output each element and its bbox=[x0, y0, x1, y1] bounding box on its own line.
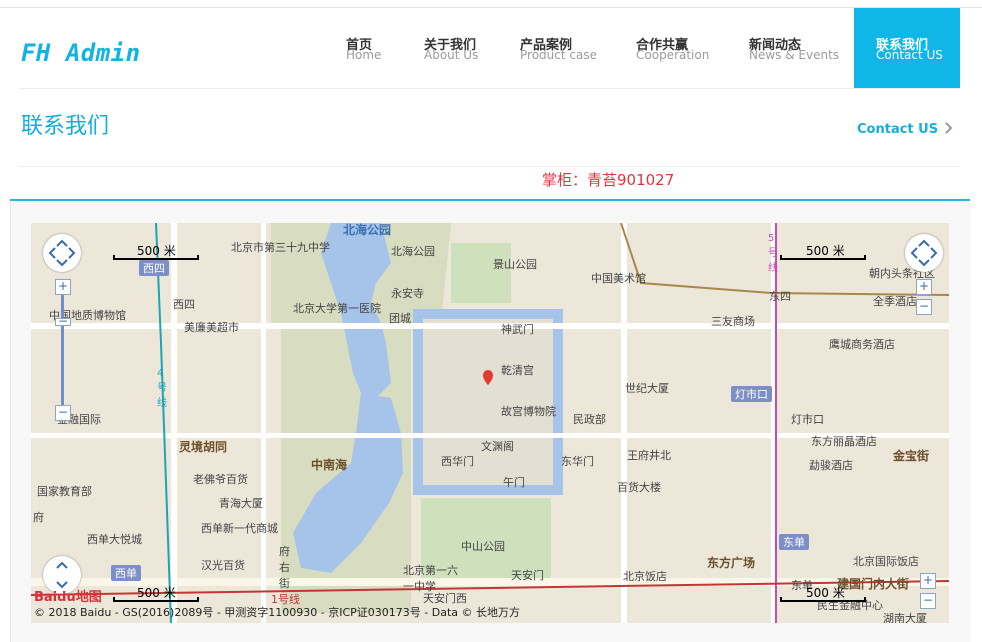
map-label: 百货大楼 bbox=[617, 481, 661, 494]
zoom-in-button-bottom[interactable]: + bbox=[920, 573, 936, 589]
map-label: 金宝街 bbox=[893, 449, 930, 463]
map-label: 西四 bbox=[173, 298, 195, 311]
map-label: 北海公园 bbox=[391, 245, 435, 258]
nav-item-cooperation[interactable]: 合作共赢 Cooperation bbox=[636, 8, 731, 88]
map-label: 府 bbox=[33, 511, 44, 524]
zoom-in-button-right[interactable]: + bbox=[916, 279, 932, 295]
map-scale: 500 米 bbox=[113, 242, 199, 260]
chevron-right-icon bbox=[945, 122, 953, 134]
zoom-out-button-right[interactable]: − bbox=[916, 299, 932, 315]
map-label: 青海大厦 bbox=[219, 497, 263, 510]
map-scale-right: 500 米 bbox=[780, 242, 866, 260]
nav-item-about[interactable]: 关于我们 About Us bbox=[424, 8, 504, 88]
map-label: 世纪大厦 bbox=[625, 382, 669, 395]
map-label: 全季酒店 bbox=[873, 295, 917, 308]
nav-item-home[interactable]: 首页 Home bbox=[346, 8, 406, 88]
map-label: 北海公园 bbox=[343, 223, 392, 237]
map-scale-bottom-right: 500 米 bbox=[780, 584, 866, 602]
map-label: 东华门 bbox=[561, 455, 594, 468]
map-pan-control-right[interactable] bbox=[905, 234, 943, 272]
header-divider bbox=[19, 88, 960, 89]
map-label: 永安寺 bbox=[391, 287, 424, 300]
map-label: 北京大学第一医院 bbox=[293, 302, 381, 315]
map-label: 东方丽晶酒店 bbox=[811, 435, 877, 448]
nav-item-products[interactable]: 产品案例 Product case bbox=[520, 8, 615, 88]
map-label: 北京第一六一中学 bbox=[403, 564, 458, 593]
map-station-tag: 西四 bbox=[139, 260, 169, 276]
scale-bar bbox=[780, 255, 866, 260]
map-label: 中国美术馆 bbox=[591, 272, 646, 285]
nav-item-news[interactable]: 新闻动态 News & Events bbox=[749, 8, 844, 88]
baidu-map-logo[interactable]: Baidu地图 bbox=[34, 586, 102, 605]
map-label: 故宫博物院 bbox=[501, 405, 556, 418]
nav-label-en: Product case bbox=[520, 48, 597, 62]
nav-label-en: About Us bbox=[424, 48, 479, 62]
zoom-slider-track[interactable] bbox=[61, 295, 64, 405]
zoom-out-button[interactable]: − bbox=[55, 405, 71, 421]
map-station-tag: 东单 bbox=[779, 534, 809, 550]
map-label: 美廉美超市 bbox=[184, 321, 239, 334]
map-label: 鹰城商务酒店 bbox=[829, 338, 895, 351]
nav-label-en: Cooperation bbox=[636, 48, 710, 62]
scale-bar bbox=[113, 255, 199, 260]
map-label: 勐骏酒店 bbox=[809, 459, 853, 472]
zoom-slider-handle[interactable]: − bbox=[55, 315, 71, 327]
map-copyright: © 2018 Baidu - GS(2016)2089号 - 甲测资字11009… bbox=[34, 606, 521, 619]
nav-label-en: Home bbox=[346, 48, 382, 62]
map-label: 汉光百货 bbox=[201, 559, 245, 572]
map-label: 西单大悦城 bbox=[87, 533, 142, 546]
map-label: 4号线 bbox=[157, 368, 167, 409]
map-label: 湖南大厦 bbox=[883, 612, 927, 623]
map-label: 文渊阁 bbox=[481, 440, 514, 453]
page-title: 联系我们 bbox=[21, 114, 110, 139]
map-label: 东四 bbox=[769, 290, 791, 303]
zoom-in-button[interactable]: + bbox=[55, 279, 71, 295]
map-label: 灵境胡同 bbox=[179, 440, 228, 454]
map-scale-bottom: 500 米 bbox=[113, 584, 199, 602]
map-label: 王府井北 bbox=[627, 449, 671, 462]
breadcrumb[interactable]: Contact US bbox=[857, 122, 938, 137]
nav-label-en: Contact US bbox=[876, 48, 943, 62]
map-label: 老佛爷百货 bbox=[193, 473, 248, 486]
map-pan-control[interactable] bbox=[43, 234, 81, 272]
map-label: 国家教育部 bbox=[37, 485, 92, 498]
nav-item-contact[interactable]: 联系我们 Contact US bbox=[854, 8, 960, 88]
nav-label-en: News & Events bbox=[749, 48, 840, 62]
site-header: FH Admin 首页 Home 关于我们 About Us 产品案例 Prod… bbox=[0, 8, 982, 88]
map-station-tag: 灯市口 bbox=[731, 386, 772, 402]
map-label: 西单新一代商城 bbox=[201, 522, 278, 535]
map-label: 西华门 bbox=[441, 455, 474, 468]
baidu-map[interactable]: 北海公园 北海公园 景山公园 北京市第三十九中学 西四 西四 中国地质博物馆 美… bbox=[31, 223, 949, 623]
map-label: 北京饭店 bbox=[623, 570, 667, 583]
pan-arrows-icon bbox=[48, 239, 76, 267]
pan-arrows-icon bbox=[910, 239, 938, 267]
map-label: 5号线 bbox=[768, 233, 778, 274]
map-label: 东方广场 bbox=[707, 556, 756, 570]
map-label: 午门 bbox=[503, 476, 525, 489]
scale-bar bbox=[113, 597, 199, 602]
map-label: 神武门 bbox=[501, 323, 534, 336]
map-label: 乾清宫 bbox=[501, 364, 534, 377]
map-label: 中南海 bbox=[311, 458, 348, 472]
title-divider bbox=[19, 166, 960, 167]
map-label: 中山公园 bbox=[461, 540, 505, 553]
map-label: 三友商场 bbox=[711, 315, 755, 328]
map-label: 府右街 bbox=[279, 545, 290, 590]
map-label: 天安门 bbox=[511, 569, 544, 582]
map-label: 民政部 bbox=[573, 413, 606, 426]
map-station-tag: 西单 bbox=[111, 565, 141, 581]
owner-text: 掌柜：青苔901027 bbox=[542, 171, 675, 189]
map-label: 景山公园 bbox=[493, 258, 537, 271]
map-label: 北京市第三十九中学 bbox=[231, 241, 330, 254]
map-label: 灯市口 bbox=[791, 413, 824, 426]
site-logo[interactable]: FH Admin bbox=[21, 39, 141, 67]
zoom-out-button-bottom[interactable]: − bbox=[920, 593, 936, 609]
scale-bar bbox=[780, 597, 866, 602]
map-label: 北京国际饭店 bbox=[853, 555, 919, 568]
map-label: 团城 bbox=[389, 312, 411, 325]
